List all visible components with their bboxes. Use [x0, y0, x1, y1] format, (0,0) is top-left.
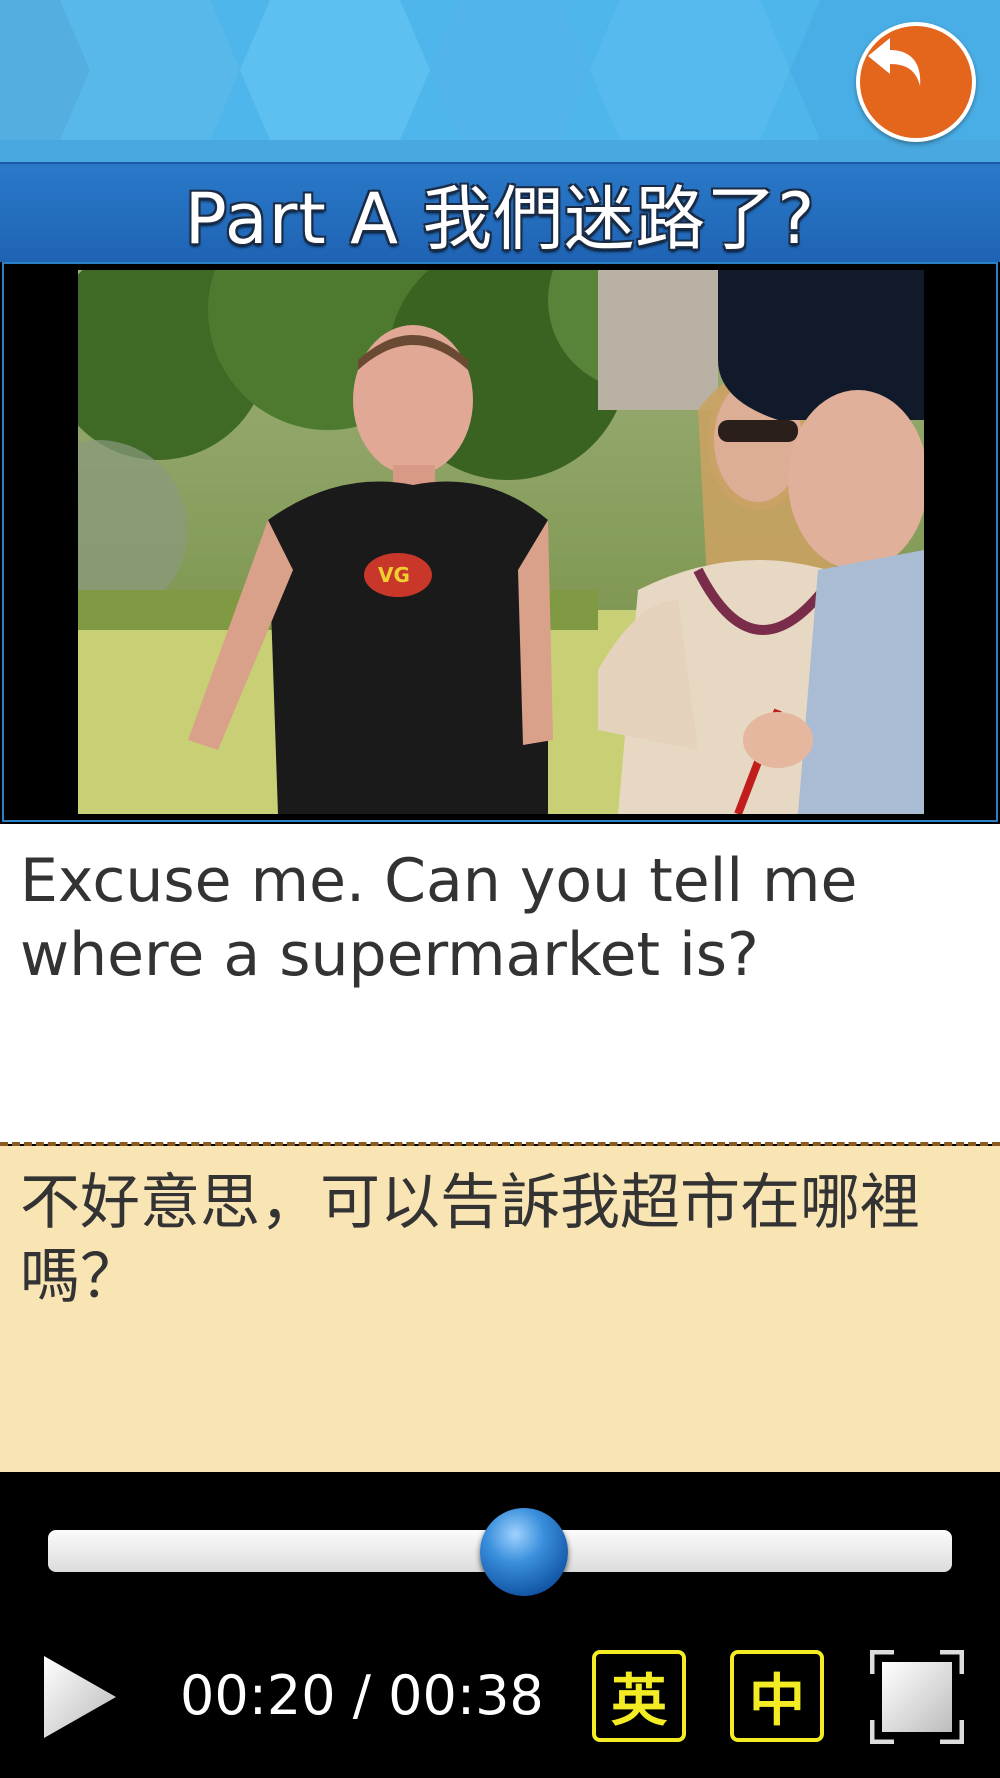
- chinese-subtitle-button[interactable]: 中: [730, 1650, 824, 1742]
- back-button[interactable]: [856, 22, 976, 142]
- fullscreen-icon: [869, 1649, 965, 1745]
- fullscreen-button[interactable]: [869, 1649, 965, 1745]
- top-header: [0, 0, 1000, 162]
- player-controls: 00:20 / 00:38 英 中: [0, 1472, 1000, 1778]
- current-time: 00:20: [180, 1664, 336, 1727]
- svg-text:VG: VG: [378, 563, 410, 587]
- english-subtitle-panel: Excuse me. Can you tell me where a super…: [0, 824, 1000, 1144]
- play-icon: [44, 1656, 116, 1738]
- chinese-subtitle: 不好意思，可以告訴我超市在哪裡嗎？: [20, 1168, 920, 1312]
- return-arrow-icon: [868, 38, 921, 86]
- chinese-subtitle-panel: 不好意思，可以告訴我超市在哪裡嗎？: [0, 1146, 1000, 1472]
- progress-thumb[interactable]: [479, 1508, 568, 1596]
- hex-pattern: [0, 0, 1000, 162]
- page-title: Part A 我們迷路了?: [184, 177, 816, 260]
- title-bar: Part A 我們迷路了?: [0, 162, 1000, 262]
- play-button[interactable]: [40, 1652, 120, 1742]
- time-display: 00:20 / 00:38: [180, 1664, 544, 1727]
- time-separator: /: [352, 1664, 371, 1727]
- total-time: 00:38: [388, 1664, 544, 1727]
- english-subtitle: Excuse me. Can you tell me where a super…: [20, 846, 858, 990]
- video-frame-image: VG: [78, 270, 924, 814]
- english-subtitle-button[interactable]: 英: [592, 1650, 686, 1742]
- video-player[interactable]: VG: [2, 262, 998, 822]
